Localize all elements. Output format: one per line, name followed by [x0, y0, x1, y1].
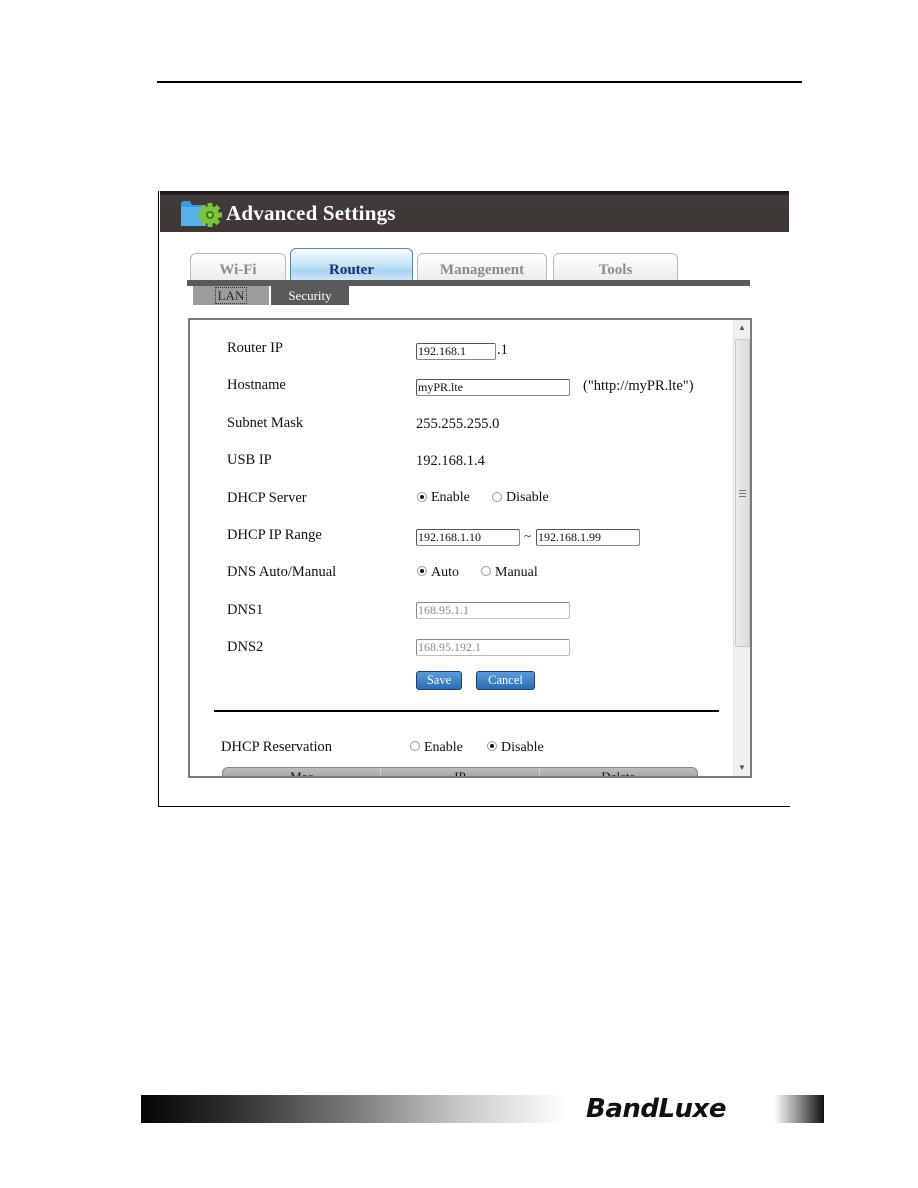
- subnet-mask-label: Subnet Mask: [227, 415, 304, 431]
- dhcp-server-enable-label: Enable: [431, 490, 470, 505]
- page-title: Advanced Settings: [226, 201, 396, 225]
- reservation-enable-label: Enable: [424, 740, 463, 755]
- dns-manual-radio[interactable]: [481, 566, 491, 576]
- dns1-label: DNS1: [227, 602, 264, 618]
- brand-logo: BandLuxe: [586, 1094, 726, 1124]
- dhcp-server-disable-label: Disable: [506, 490, 549, 505]
- dhcp-server-disable-radio[interactable]: [492, 492, 502, 502]
- dns-auto-radio[interactable]: [417, 566, 427, 576]
- dhcp-server-label: DHCP Server: [227, 490, 307, 506]
- dhcp-range-label: DHCP IP Range: [227, 527, 322, 543]
- column-header-mac: Mac: [223, 768, 382, 776]
- reservation-disable-radio[interactable]: [487, 741, 497, 751]
- subtab-lan-label: LAN: [214, 287, 248, 304]
- scroll-thumb[interactable]: [735, 339, 750, 647]
- footer-gradient-bar: [141, 1095, 565, 1123]
- reservation-table-header: Mac IP Delete: [222, 767, 698, 778]
- column-header-ip: IP: [381, 768, 540, 776]
- scroll-up-arrow-icon[interactable]: ▲: [734, 320, 750, 336]
- subtab-security[interactable]: Security: [271, 286, 349, 305]
- hostname-label: Hostname: [227, 377, 286, 393]
- tab-tools[interactable]: Tools: [553, 253, 678, 281]
- subtab-lan[interactable]: LAN: [193, 286, 269, 305]
- folder-gear-icon: [181, 201, 222, 227]
- tab-wifi[interactable]: Wi-Fi: [190, 253, 286, 281]
- subnet-mask-value: 255.255.255.0: [416, 416, 500, 432]
- router-ip-label: Router IP: [227, 340, 283, 356]
- save-button[interactable]: Save: [416, 671, 462, 690]
- hostname-input[interactable]: [416, 379, 570, 396]
- reservation-enable-radio[interactable]: [410, 741, 420, 751]
- dns2-input[interactable]: [416, 639, 570, 656]
- router-ip-suffix: .1: [497, 342, 508, 358]
- usb-ip-label: USB IP: [227, 452, 272, 468]
- dns1-input[interactable]: [416, 602, 570, 619]
- lan-settings-panel: Router IP .1 Hostname ("http://myPR.lte"…: [188, 318, 752, 778]
- usb-ip-value: 192.168.1.4: [416, 453, 485, 469]
- dhcp-range-start-input[interactable]: [416, 529, 520, 546]
- dns2-label: DNS2: [227, 639, 264, 655]
- dns-auto-label: Auto: [431, 565, 459, 580]
- dns-manual-label: Manual: [495, 565, 538, 580]
- tab-router[interactable]: Router: [290, 248, 413, 281]
- tab-management[interactable]: Management: [417, 253, 547, 281]
- grip-icon: [739, 490, 746, 497]
- router-ip-input[interactable]: [416, 343, 496, 360]
- page-top-rule: [157, 81, 802, 83]
- hostname-hint: ("http://myPR.lte"): [583, 378, 694, 394]
- dhcp-range-separator: ~: [524, 528, 532, 543]
- cancel-button[interactable]: Cancel: [476, 671, 535, 690]
- scroll-down-arrow-icon[interactable]: ▼: [734, 760, 750, 776]
- dns-mode-label: DNS Auto/Manual: [227, 564, 337, 580]
- section-divider: [214, 710, 719, 712]
- dhcp-range-end-input[interactable]: [536, 529, 640, 546]
- vertical-scrollbar[interactable]: ▲ ▼: [733, 320, 750, 776]
- reservation-disable-label: Disable: [501, 740, 544, 755]
- footer-gradient-end: [774, 1095, 824, 1123]
- column-header-delete: Delete: [601, 769, 636, 778]
- dhcp-server-enable-radio[interactable]: [417, 492, 427, 502]
- dhcp-reservation-label: DHCP Reservation: [221, 739, 333, 755]
